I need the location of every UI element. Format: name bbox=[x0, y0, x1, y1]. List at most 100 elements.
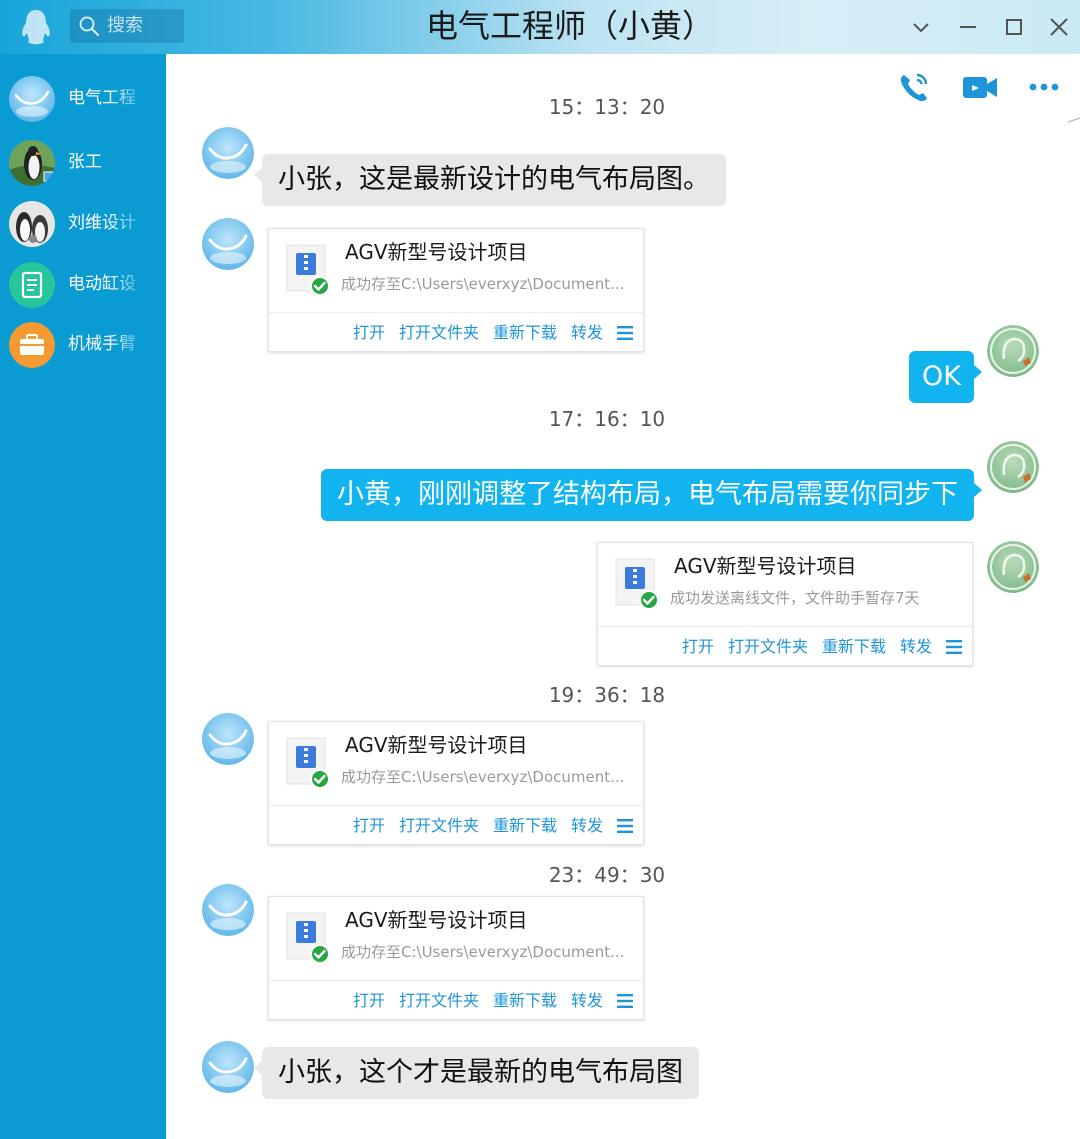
file-status: 成功存至C:\Users\everxyz\Document... bbox=[341, 275, 625, 293]
file-status: 成功发送离线文件，文件助手暂存7天 bbox=[670, 589, 920, 607]
open-link[interactable]: 打开 bbox=[353, 990, 385, 1012]
message-bubble[interactable]: 小黄，刚刚调整了结构布局，电气布局需要你同步下 bbox=[321, 469, 982, 521]
file-name: AGV新型号设计项目 bbox=[345, 240, 528, 264]
sidebar-contact-liu[interactable]: 刘维设计 bbox=[0, 195, 166, 253]
sidebar-contact-robot-arm[interactable]: 机械手臂 bbox=[0, 316, 166, 374]
redownload-link[interactable]: 重新下载 bbox=[493, 322, 557, 344]
document-avatar bbox=[9, 262, 55, 308]
contact-name: 刘维设计 bbox=[68, 213, 136, 233]
zip-file-icon bbox=[285, 243, 331, 297]
search-icon bbox=[79, 16, 100, 37]
title-bar: 搜索 电气工程师（小黄） bbox=[0, 0, 1080, 54]
redownload-link[interactable]: 重新下载 bbox=[493, 990, 557, 1012]
more-button[interactable] bbox=[1024, 68, 1064, 106]
file-name: AGV新型号设计项目 bbox=[345, 908, 528, 932]
file-actions: 打开 打开文件夹 重新下载 转发 bbox=[353, 989, 633, 1013]
minimize-icon bbox=[960, 26, 976, 28]
open-link[interactable]: 打开 bbox=[353, 815, 385, 837]
forward-link[interactable]: 转发 bbox=[571, 990, 603, 1012]
phone-call-button[interactable] bbox=[894, 68, 934, 106]
chevron-down-icon bbox=[913, 23, 929, 33]
close-icon bbox=[1050, 18, 1068, 36]
sender-avatar[interactable] bbox=[202, 884, 254, 936]
cloud-smile-avatar bbox=[202, 218, 254, 270]
sender-avatar[interactable] bbox=[202, 1041, 254, 1093]
phone-call-icon bbox=[900, 73, 928, 102]
menu-icon[interactable] bbox=[617, 326, 633, 340]
file-status: 成功存至C:\Users\everxyz\Document... bbox=[341, 768, 625, 786]
sender-avatar[interactable] bbox=[202, 218, 254, 270]
minimize-button[interactable] bbox=[951, 10, 985, 44]
timestamp: 17：16：10 bbox=[548, 407, 666, 431]
resize-corner-icon bbox=[1067, 117, 1080, 123]
file-status: 成功存至C:\Users\everxyz\Document... bbox=[341, 943, 625, 961]
video-call-icon bbox=[963, 77, 997, 98]
maximize-icon bbox=[1006, 19, 1022, 35]
file-card[interactable]: AGV新型号设计项目 成功存至C:\Users\everxyz\Document… bbox=[268, 228, 644, 352]
search-placeholder: 搜索 bbox=[107, 15, 143, 36]
open-link[interactable]: 打开 bbox=[353, 322, 385, 344]
open-folder-link[interactable]: 打开文件夹 bbox=[399, 322, 479, 344]
briefcase-avatar bbox=[9, 322, 55, 368]
timestamp: 15：13：20 bbox=[548, 95, 666, 119]
timestamp: 19：36：18 bbox=[548, 683, 666, 707]
open-link[interactable]: 打开 bbox=[682, 636, 714, 658]
divider bbox=[269, 980, 643, 981]
divider bbox=[269, 312, 643, 313]
contact-name: 电动缸设 bbox=[68, 274, 136, 294]
redownload-link[interactable]: 重新下载 bbox=[822, 636, 886, 658]
open-folder-link[interactable]: 打开文件夹 bbox=[399, 990, 479, 1012]
more-icon bbox=[1029, 83, 1059, 91]
file-name: AGV新型号设计项目 bbox=[345, 733, 528, 757]
my-avatar[interactable] bbox=[987, 441, 1039, 493]
sender-avatar[interactable] bbox=[202, 127, 254, 179]
contact-name: 电气工程 bbox=[68, 88, 136, 108]
menu-icon[interactable] bbox=[617, 994, 633, 1008]
message-bubble[interactable]: 小张，这个才是最新的电气布局图 bbox=[254, 1047, 699, 1099]
sidebar-contact-electrical[interactable]: 电气工程 bbox=[0, 70, 166, 128]
menu-icon[interactable] bbox=[617, 819, 633, 833]
open-folder-link[interactable]: 打开文件夹 bbox=[399, 815, 479, 837]
zip-file-icon bbox=[614, 557, 660, 611]
file-actions: 打开 打开文件夹 重新下载 转发 bbox=[353, 321, 633, 345]
green-sketch-avatar bbox=[987, 441, 1039, 493]
file-card[interactable]: AGV新型号设计项目 成功存至C:\Users\everxyz\Document… bbox=[268, 721, 644, 845]
green-sketch-avatar bbox=[987, 325, 1039, 377]
file-card[interactable]: AGV新型号设计项目 成功存至C:\Users\everxyz\Document… bbox=[268, 896, 644, 1020]
contact-sidebar: 电气工程 张工 刘维设计 电动缸设 机械手臂 bbox=[0, 54, 166, 1139]
message-bubble[interactable]: 小张，这是最新设计的电气布局图。 bbox=[254, 154, 726, 206]
maximize-button[interactable] bbox=[997, 10, 1031, 44]
cloud-smile-avatar bbox=[202, 884, 254, 936]
forward-link[interactable]: 转发 bbox=[571, 322, 603, 344]
video-call-button[interactable] bbox=[960, 68, 1000, 106]
sidebar-contact-zhang[interactable]: 张工 bbox=[0, 134, 166, 192]
message-bubble[interactable]: OK bbox=[909, 351, 982, 403]
penguins-avatar bbox=[9, 201, 55, 247]
my-avatar[interactable] bbox=[987, 541, 1039, 593]
cloud-smile-avatar bbox=[202, 713, 254, 765]
zip-file-icon bbox=[285, 911, 331, 965]
open-folder-link[interactable]: 打开文件夹 bbox=[728, 636, 808, 658]
divider bbox=[269, 805, 643, 806]
redownload-link[interactable]: 重新下载 bbox=[493, 815, 557, 837]
my-avatar[interactable] bbox=[987, 325, 1039, 377]
file-actions: 打开 打开文件夹 重新下载 转发 bbox=[682, 635, 962, 659]
contact-name: 张工 bbox=[68, 152, 102, 172]
menu-icon[interactable] bbox=[946, 640, 962, 654]
collapse-button[interactable] bbox=[904, 10, 938, 44]
sender-avatar[interactable] bbox=[202, 713, 254, 765]
contact-name: 机械手臂 bbox=[68, 334, 136, 354]
divider bbox=[598, 626, 972, 627]
forward-link[interactable]: 转发 bbox=[900, 636, 932, 658]
file-card[interactable]: AGV新型号设计项目 成功发送离线文件，文件助手暂存7天 打开 打开文件夹 重新… bbox=[597, 542, 973, 666]
file-actions: 打开 打开文件夹 重新下载 转发 bbox=[353, 814, 633, 838]
close-button[interactable] bbox=[1042, 10, 1076, 44]
search-box[interactable]: 搜索 bbox=[70, 9, 184, 43]
cloud-smile-avatar bbox=[9, 76, 55, 122]
sidebar-contact-cylinder[interactable]: 电动缸设 bbox=[0, 256, 166, 314]
forward-link[interactable]: 转发 bbox=[571, 815, 603, 837]
qq-penguin-logo-icon[interactable] bbox=[18, 8, 54, 46]
zip-file-icon bbox=[285, 736, 331, 790]
file-name: AGV新型号设计项目 bbox=[674, 554, 857, 578]
cloud-smile-avatar bbox=[202, 1041, 254, 1093]
